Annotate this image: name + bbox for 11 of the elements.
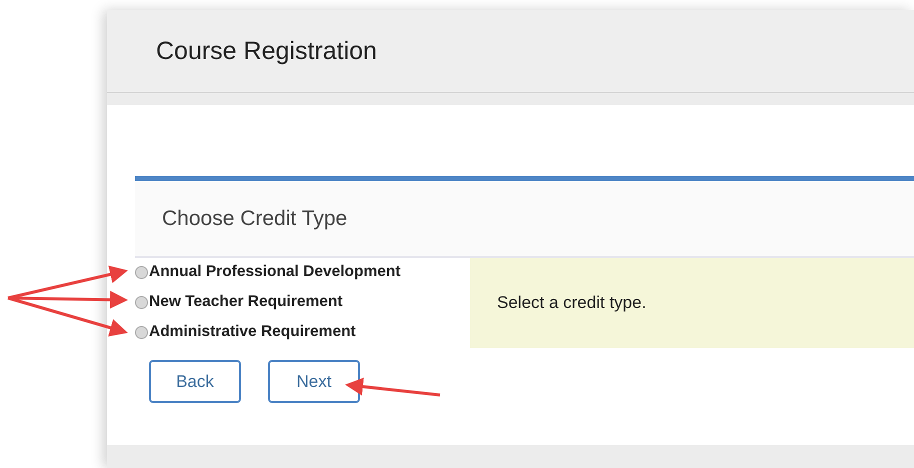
nav-button[interactable]: Back	[149, 360, 241, 403]
radio-button[interactable]	[135, 326, 148, 338]
radio-option[interactable]: Administrative Requirement	[135, 322, 470, 342]
panel-title: Choose Credit Type	[162, 206, 348, 230]
radio-button[interactable]	[135, 296, 148, 308]
radio-button[interactable]	[135, 266, 148, 278]
radio-option[interactable]: Annual Professional Development	[135, 262, 470, 282]
radio-option[interactable]: New Teacher Requirement	[135, 292, 470, 312]
nav-button[interactable]: Next	[268, 360, 360, 403]
message-box: Select a credit type.	[470, 258, 914, 348]
page-title: Course Registration	[156, 36, 377, 66]
